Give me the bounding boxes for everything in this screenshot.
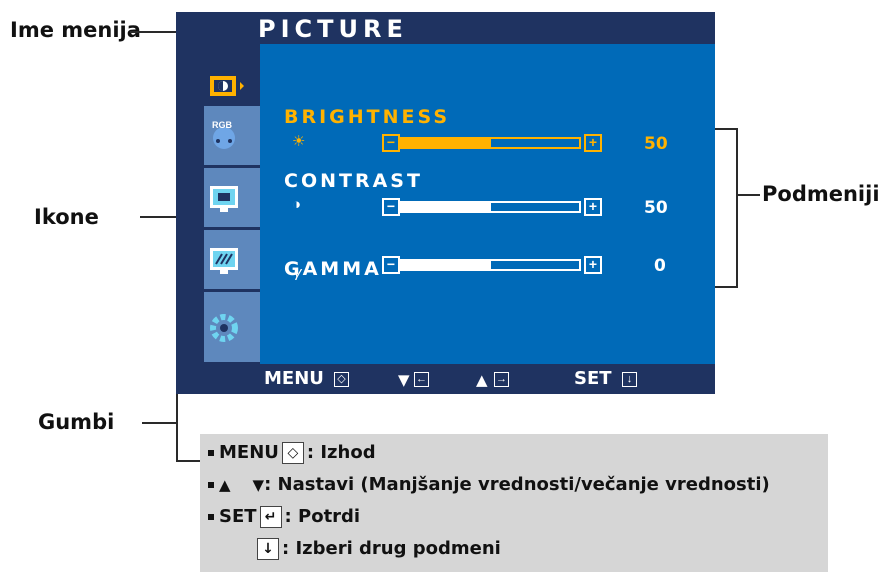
rgb-icon[interactable]: RGB <box>204 106 260 167</box>
menu-exit-icon: ◇ <box>334 372 349 387</box>
gamma-plus-button[interactable]: + <box>584 256 602 274</box>
sun-icon: ☀ <box>292 133 306 150</box>
callout-bracket-submenus <box>736 128 738 288</box>
contrast-value: 50 <box>644 198 668 218</box>
callout-icons: Ikone <box>34 205 99 229</box>
contrast-minus-button[interactable]: − <box>382 198 400 216</box>
bullet-icon <box>208 514 214 520</box>
picture-icon[interactable] <box>204 72 260 106</box>
callout-menu-name: Ime menija <box>10 18 141 42</box>
legend-row-select: ↓: Izberi drug podmeni <box>254 538 501 560</box>
legend-row-menu: MENU ◇: Izhod <box>208 442 376 464</box>
brightness-fill <box>402 139 491 147</box>
menu-title: PICTURE <box>258 15 408 43</box>
settings-gear-icon[interactable] <box>204 292 260 362</box>
down-button-label[interactable]: ▼ <box>398 371 410 389</box>
osd-title-bar: PICTURE <box>176 12 715 44</box>
rgb-text: RGB <box>212 120 233 130</box>
down-arrow-icon: ▼ <box>252 476 265 494</box>
gamma-fill <box>402 261 491 269</box>
icon-column: RGB <box>176 44 260 364</box>
enter-key-icon: ↵ <box>259 506 282 528</box>
contrast-plus-button[interactable]: + <box>584 198 602 216</box>
legend-arrows-text: : Nastavi (Manjšanje vrednosti/večanje v… <box>264 474 770 495</box>
gamma-track <box>400 259 581 271</box>
legend-set-key: SET <box>219 506 257 527</box>
brightness-plus-button[interactable]: + <box>584 134 602 152</box>
button-legend: MENU ◇: Izhod ▲ ▼: Nastavi (Manjšanje vred… <box>200 434 828 572</box>
callout-submenus: Podmeniji <box>762 182 880 206</box>
callout-line-icons <box>140 216 176 218</box>
brightness-track <box>400 137 581 149</box>
up-arrow-icon: ▲ <box>219 476 231 494</box>
osd-window: PICTURE RGB BRIGHTNESS ☀ − + 50 CONTRAST… <box>176 12 715 394</box>
contrast-fill <box>402 203 491 211</box>
down-arrow-key-icon: ↓ <box>622 372 637 387</box>
callout-line-menu-name <box>130 31 176 33</box>
left-arrow-key-icon: ← <box>414 372 429 387</box>
legend-select-text: : Izberi drug podmeni <box>282 538 501 559</box>
legend-menu-key: MENU <box>219 442 279 463</box>
legend-row-set: SET ↵: Potrdi <box>208 506 360 528</box>
gamma-value: 0 <box>654 256 666 276</box>
callout-buttons: Gumbi <box>38 410 115 434</box>
bullet-icon <box>208 482 214 488</box>
legend-set-text: : Potrdi <box>284 506 361 527</box>
callout-line-buttons <box>142 422 176 424</box>
down-key-icon: ↓ <box>257 538 279 560</box>
legend-menu-text: : Izhod <box>306 442 376 463</box>
callout-bracket-buttons-bottom <box>176 460 200 462</box>
legend-row-arrows: ▲ ▼: Nastavi (Manjšanje vrednosti/večanje… <box>208 474 770 495</box>
gamma-icon: γ <box>294 264 302 281</box>
callout-line-submenus <box>736 194 760 196</box>
exit-key-icon: ◇ <box>281 442 304 464</box>
right-arrow-key-icon: → <box>494 372 509 387</box>
submenu-contrast-label[interactable]: CONTRAST <box>284 170 423 192</box>
gamma-minus-button[interactable]: − <box>382 256 400 274</box>
set-button-label[interactable]: SET <box>574 368 612 389</box>
bullet-icon <box>208 450 214 456</box>
contrast-icon: ◑ <box>292 196 302 213</box>
menu-button-label[interactable]: MENU <box>264 368 324 389</box>
brightness-value: 50 <box>644 134 668 154</box>
submenu-brightness-label[interactable]: BRIGHTNESS <box>284 106 450 128</box>
screen-position-icon[interactable] <box>204 168 260 229</box>
contrast-track <box>400 201 581 213</box>
callout-bracket-buttons <box>176 384 178 462</box>
brightness-minus-button[interactable]: − <box>382 134 400 152</box>
sharpness-icon[interactable] <box>204 230 260 291</box>
up-button-label[interactable]: ▲ <box>476 371 488 389</box>
